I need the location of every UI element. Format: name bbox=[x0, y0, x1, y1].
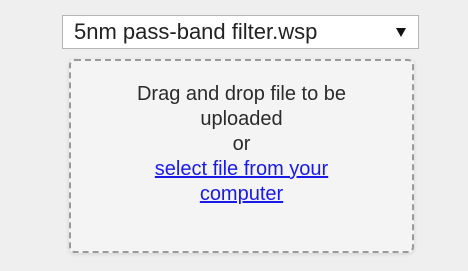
select-file-link[interactable]: select file from your computer bbox=[122, 157, 362, 207]
file-select-dropdown[interactable]: 5nm pass-band filter.wsp bbox=[62, 15, 419, 49]
file-drop-zone[interactable]: Drag and drop file to be uploaded or sel… bbox=[69, 59, 414, 253]
file-select-value: 5nm pass-band filter.wsp bbox=[74, 19, 318, 44]
drop-instruction-text: Drag and drop file to be uploaded bbox=[136, 83, 347, 130]
chevron-down-icon bbox=[396, 27, 406, 37]
drop-or-text: or bbox=[232, 133, 251, 155]
